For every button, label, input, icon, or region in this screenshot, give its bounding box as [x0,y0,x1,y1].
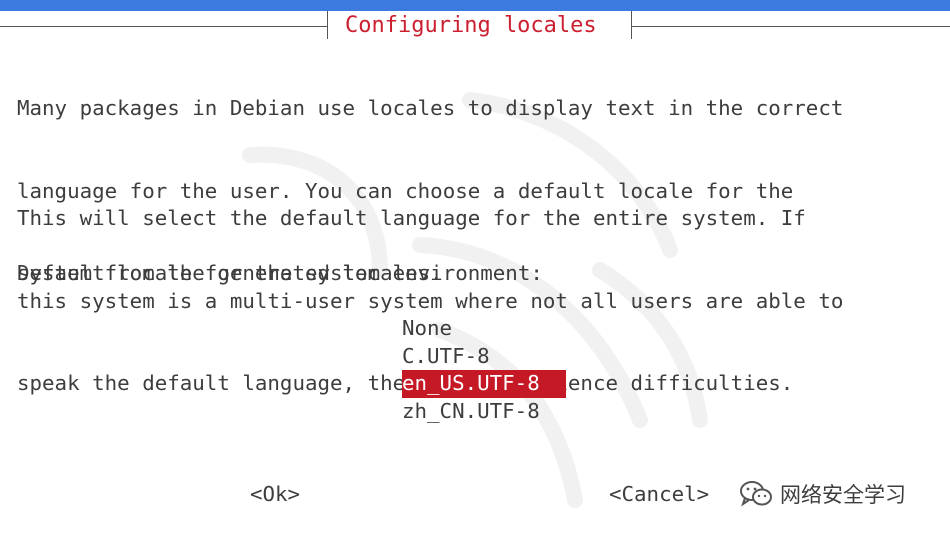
watermark-text: 网络安全学习 [780,483,906,507]
debconf-dialog: Configuring locales Many packages in Deb… [0,0,950,534]
description-line: this system is a multi-user system where… [17,288,844,313]
locale-option-none[interactable]: None [402,315,566,343]
wechat-watermark: 网络安全学习 [738,478,906,510]
description-line: Many packages in Debian use locales to d… [17,96,844,120]
dialog-title: Configuring locales [345,13,597,38]
locale-option-en-us-utf8[interactable]: en_US.UTF-8 [402,370,566,398]
cancel-button[interactable]: <Cancel> [609,481,709,508]
locale-prompt: Default locale for the system environmen… [17,261,543,285]
frame-top-border-left [0,26,328,27]
wechat-official-account-icon [740,481,772,507]
frame-top-border-right [630,26,950,27]
locale-list: None C.UTF-8 en_US.UTF-8 zh_CN.UTF-8 [402,315,566,425]
description-line: This will select the default language fo… [17,206,806,230]
locale-option-zh-cn-utf8[interactable]: zh_CN.UTF-8 [402,398,566,426]
ok-button[interactable]: <Ok> [250,481,300,508]
locale-option-c-utf8[interactable]: C.UTF-8 [402,343,566,371]
